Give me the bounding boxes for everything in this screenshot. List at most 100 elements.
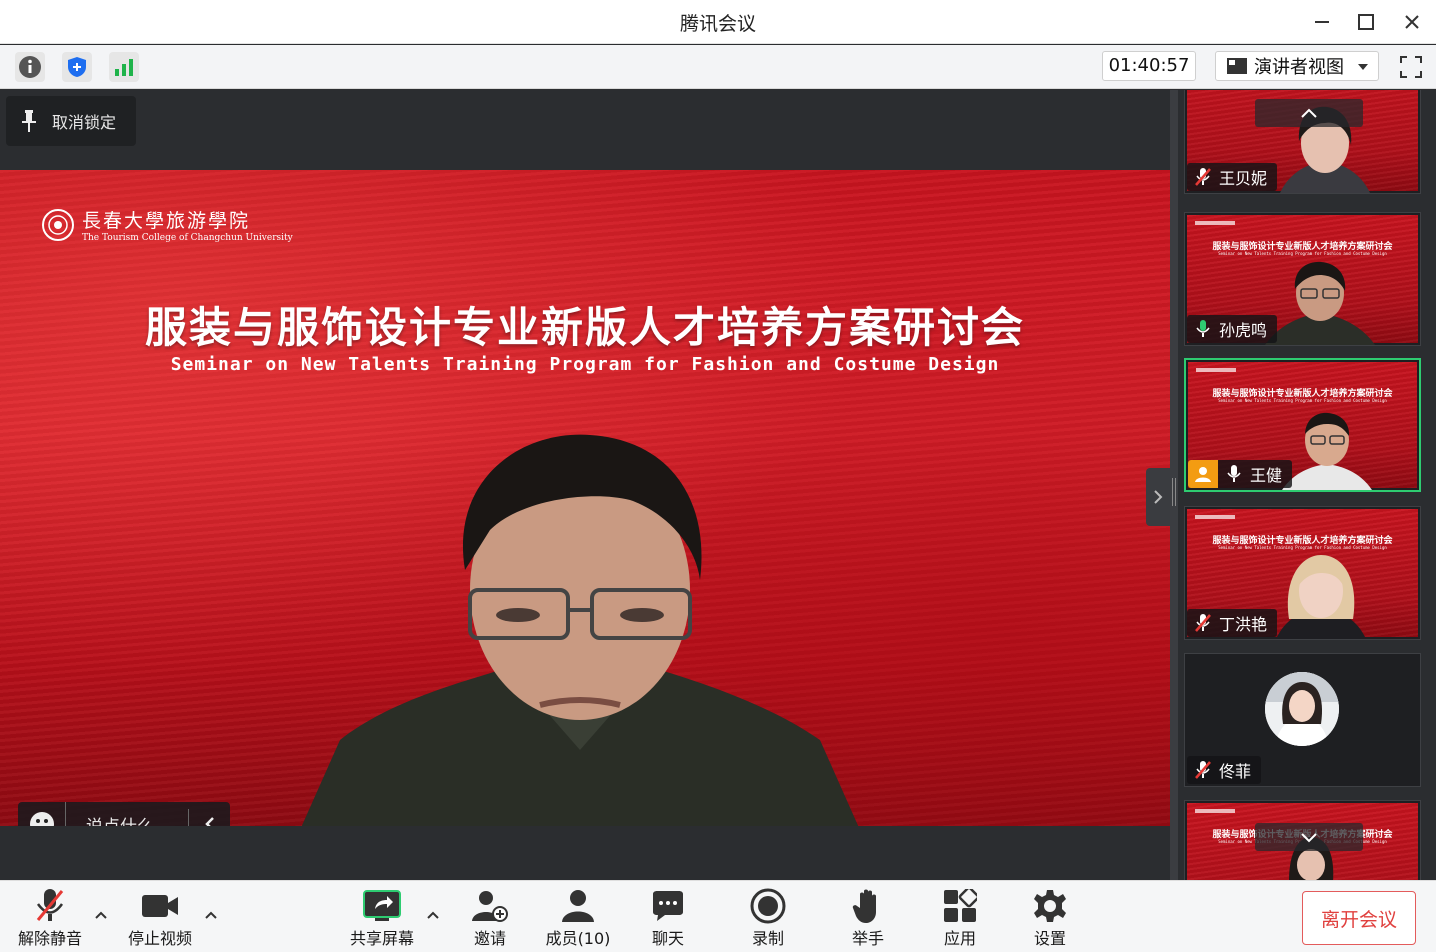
layout-icon: [1227, 58, 1247, 74]
main-stage: 取消锁定 長春大學旅游學院 The Tourism College of Cha…: [0, 90, 1170, 880]
signal-strength-icon[interactable]: [109, 52, 139, 82]
unpin-label: 取消锁定: [52, 113, 117, 132]
meeting-timer: 01:40:57: [1102, 51, 1196, 81]
chat-placeholder[interactable]: 说点什么...: [66, 812, 188, 827]
thumbnail-logo: [1196, 368, 1236, 372]
thumbnail-subtitle: Seminar on New Talents Training Program …: [1218, 251, 1387, 256]
slide-title: 服装与服饰设计专业新版人才培养方案研讨会: [144, 303, 1025, 352]
leave-meeting-button[interactable]: 离开会议: [1302, 891, 1416, 945]
window-title: 腾讯会议: [679, 13, 756, 35]
speaker-person: [301, 434, 859, 826]
unmute-button[interactable]: 解除静音: [14, 887, 86, 949]
participant-avatar: [1265, 672, 1339, 746]
share-screen-icon: [363, 887, 401, 925]
logo-chinese-text: 長春大學旅游學院: [82, 210, 251, 232]
members-label: 成员(10): [545, 929, 611, 948]
unpin-button[interactable]: 取消锁定: [6, 96, 136, 146]
thumbnail-logo: [1195, 809, 1235, 813]
members-button[interactable]: 成员(10): [540, 887, 616, 949]
close-icon[interactable]: [1392, 6, 1432, 38]
invite-button[interactable]: 邀请: [460, 887, 520, 949]
thumbnail-subtitle: Seminar on New Talents Training Program …: [1218, 398, 1387, 403]
participant-nametag: 佟菲: [1187, 756, 1262, 784]
chevron-up-icon: [1301, 108, 1317, 118]
share-screen-label: 共享屏幕: [349, 929, 414, 948]
splitter-grip: [1172, 478, 1176, 506]
participant-video: [1265, 261, 1375, 345]
raise-hand-button[interactable]: 举手: [838, 887, 898, 949]
raise-hand-icon: [852, 887, 884, 925]
share-screen-button[interactable]: 共享屏幕: [346, 887, 418, 949]
emoji-icon[interactable]: [18, 802, 66, 826]
participant-tile[interactable]: 服装与服饰设计专业新版人才培养方案研讨会 Seminar on New Tale…: [1184, 506, 1421, 640]
college-logo: 長春大學旅游學院 The Tourism College of Changchu…: [42, 206, 293, 243]
participant-tile[interactable]: 服装与服饰设计专业新版人才培养方案研讨会 Seminar on New Tale…: [1184, 212, 1421, 346]
chat-button[interactable]: 聊天: [638, 887, 698, 949]
add-user-icon: [471, 887, 509, 925]
participant-name: 佟菲: [1219, 762, 1252, 781]
fullscreen-icon[interactable]: [1396, 52, 1426, 82]
participant-nametag: 王健: [1188, 460, 1293, 488]
participant-nametag: 孙虎鸣: [1187, 315, 1278, 343]
participant-name: 丁洪艳: [1219, 615, 1268, 634]
slide-subtitle: Seminar on New Talents Training Program …: [170, 354, 1000, 375]
collapse-sidebar-button[interactable]: [1146, 468, 1170, 526]
mic-on-icon: [1196, 320, 1210, 337]
participant-tile-active[interactable]: 服装与服饰设计专业新版人才培养方案研讨会 Seminar on New Tale…: [1184, 358, 1421, 492]
chat-bubble-icon: [651, 887, 685, 925]
thumbnail-logo: [1195, 221, 1235, 225]
settings-button[interactable]: 设置: [1020, 887, 1080, 949]
host-badge-icon: [1188, 460, 1218, 488]
gear-icon: [1032, 887, 1068, 925]
chevron-right-icon: [1154, 490, 1163, 504]
video-camera-icon: [140, 887, 180, 925]
raise-hand-label: 举手: [851, 929, 884, 948]
view-mode-select[interactable]: 演讲者视图: [1215, 51, 1379, 81]
members-icon: [560, 887, 596, 925]
chevron-down-icon: [1301, 833, 1317, 843]
record-button[interactable]: 录制: [738, 887, 798, 949]
stop-video-button[interactable]: 停止视频: [124, 887, 196, 949]
scroll-down-button[interactable]: [1255, 823, 1363, 851]
view-mode-label: 演讲者视图: [1254, 57, 1344, 78]
participant-tile[interactable]: 服装与服饰设计专业新版人才培养方案研讨会 Seminar on New Tale…: [1184, 800, 1421, 880]
chat-quick-input[interactable]: 说点什么...: [18, 802, 230, 826]
meeting-toolbar: 01:40:57 演讲者视图: [0, 45, 1436, 89]
maximize-icon[interactable]: [1346, 6, 1386, 38]
record-icon: [750, 887, 786, 925]
stop-video-label: 停止视频: [127, 929, 192, 948]
mic-muted-icon: [33, 887, 67, 925]
invite-label: 邀请: [473, 929, 506, 948]
mic-muted-icon: [1195, 614, 1211, 632]
speaker-video[interactable]: 長春大學旅游學院 The Tourism College of Changchu…: [0, 170, 1170, 826]
scroll-up-button[interactable]: [1255, 99, 1363, 127]
sidebar-splitter[interactable]: [1170, 90, 1178, 880]
participant-tile[interactable]: 服装与服饰设计专业新版人才培养方案研讨会 Seminar on New Tale…: [1184, 90, 1421, 194]
video-options-chevron-up-icon[interactable]: [203, 907, 219, 923]
participant-sidebar[interactable]: 服装与服饰设计专业新版人才培养方案研讨会 Seminar on New Tale…: [1178, 90, 1436, 880]
participant-name: 孙虎鸣: [1219, 321, 1268, 340]
meeting-controls: 解除静音 停止视频 共享屏幕 邀请 成员(10) 聊天 录制 举手 应用 设置 …: [0, 880, 1436, 952]
info-icon[interactable]: [15, 52, 45, 82]
college-seal-icon: [42, 208, 74, 241]
thumbnail-logo: [1195, 515, 1235, 519]
record-label: 录制: [751, 929, 784, 948]
chat-label: 聊天: [651, 929, 684, 948]
participant-nametag: 丁洪艳: [1187, 609, 1278, 637]
settings-label: 设置: [1033, 929, 1066, 948]
participant-name: 王贝妮: [1219, 169, 1268, 188]
pin-icon: [22, 110, 36, 132]
apps-grid-icon: [943, 887, 977, 925]
audio-options-chevron-up-icon[interactable]: [93, 907, 109, 923]
participant-tile[interactable]: 佟菲: [1184, 653, 1421, 787]
participant-name: 王健: [1250, 466, 1283, 485]
security-shield-icon[interactable]: [62, 52, 92, 82]
share-options-chevron-up-icon[interactable]: [425, 907, 441, 923]
chevron-left-icon[interactable]: [188, 809, 230, 826]
unmute-label: 解除静音: [17, 929, 82, 948]
minimize-icon[interactable]: [1302, 6, 1342, 38]
mic-muted-icon: [1195, 168, 1211, 186]
title-bar: 腾讯会议: [0, 0, 1436, 44]
logo-english-text: The Tourism College of Changchun Univers…: [82, 233, 293, 243]
apps-button[interactable]: 应用: [930, 887, 990, 949]
